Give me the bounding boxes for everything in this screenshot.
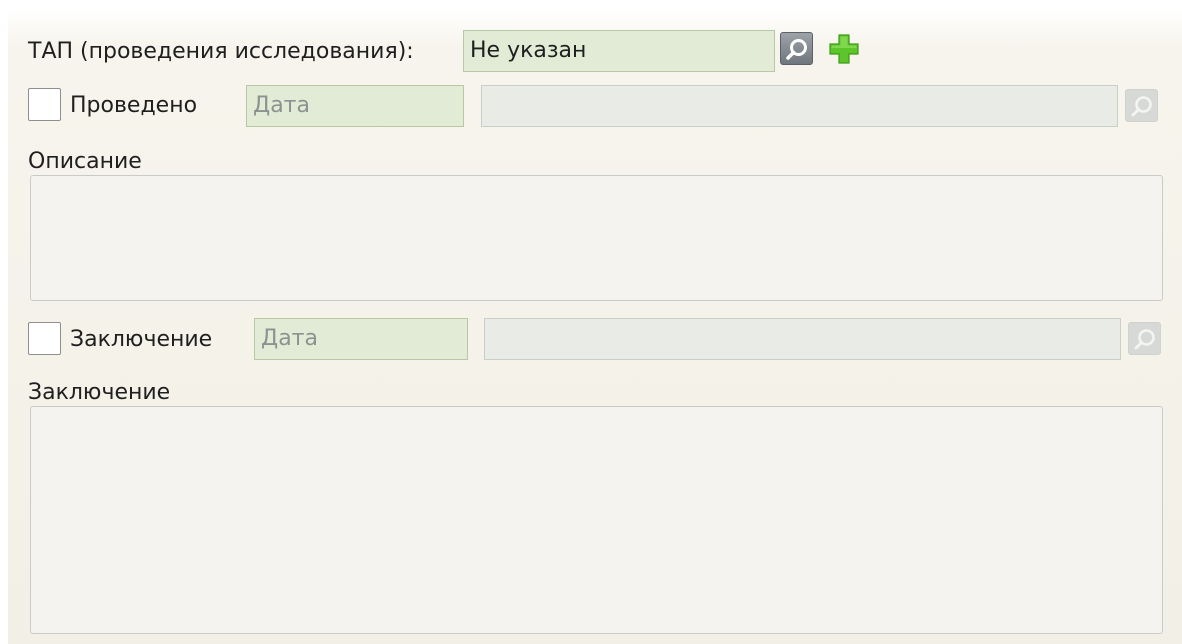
research-form-panel: ТАП (проведения исследования): Не указан… xyxy=(8,8,1182,644)
conclusion-textarea[interactable] xyxy=(30,406,1163,634)
conclusion-doctor-field[interactable] xyxy=(484,318,1121,360)
search-icon xyxy=(1134,329,1155,350)
plus-icon xyxy=(829,34,859,64)
performed-checkbox[interactable] xyxy=(28,88,61,121)
performed-checkbox-label: Проведено xyxy=(70,93,198,118)
search-icon xyxy=(786,39,807,60)
search-icon xyxy=(1131,96,1152,117)
conclusion-checkbox[interactable] xyxy=(28,322,61,355)
conclusion-search-button[interactable] xyxy=(1128,322,1161,355)
performed-doctor-field[interactable] xyxy=(481,85,1118,127)
performed-date-field[interactable]: Дата xyxy=(246,85,464,127)
description-label: Описание xyxy=(28,149,142,174)
performed-search-button[interactable] xyxy=(1125,89,1158,122)
conclusion-checkbox-label: Заключение xyxy=(70,327,213,352)
tap-search-button[interactable] xyxy=(780,32,813,65)
conclusion-label: Заключение xyxy=(28,380,171,405)
tap-field[interactable]: Не указан xyxy=(463,30,775,72)
tap-add-button[interactable] xyxy=(827,32,861,66)
description-textarea[interactable] xyxy=(30,175,1163,301)
tap-label: ТАП (проведения исследования): xyxy=(28,39,414,64)
conclusion-date-field[interactable]: Дата xyxy=(254,318,468,360)
